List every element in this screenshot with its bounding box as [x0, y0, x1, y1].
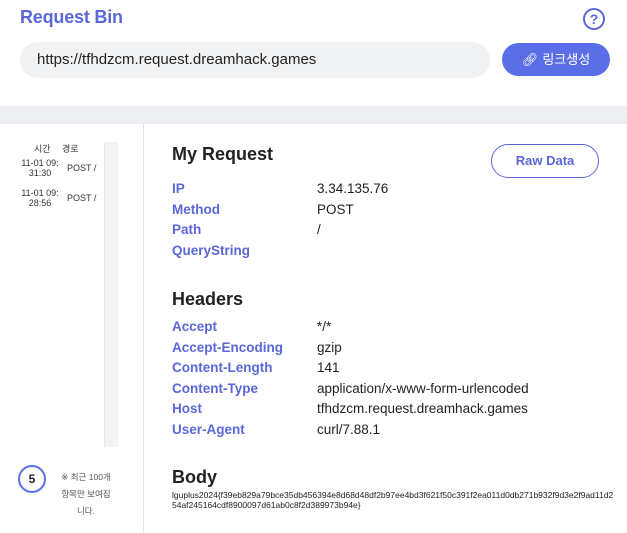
link-icon: 🔗︎ — [521, 52, 539, 67]
request-list-item[interactable]: 11-01 09: 31:30 POST / — [16, 158, 116, 188]
user-agent-value: curl/7.88.1 — [317, 422, 381, 437]
top-bar: Request Bin ? https://tfhdzcm.request.dr… — [0, 0, 627, 104]
accept-label: Accept — [172, 319, 218, 334]
body-content: lguplus2024{f39eb829a79bce35db456394e8d6… — [172, 490, 614, 510]
ip-value: 3.34.135.76 — [317, 181, 389, 196]
header-divider — [0, 106, 627, 124]
user-agent-label: User-Agent — [172, 422, 245, 437]
request-method-path: POST / — [67, 193, 97, 203]
sidebar-scrollbar[interactable] — [104, 142, 118, 447]
body-title: Body — [172, 467, 217, 487]
request-time: 11-01 09: 31:30 — [21, 158, 59, 178]
app-title: Request Bin — [20, 7, 123, 27]
accept-encoding-value: gzip — [317, 340, 342, 355]
content-type-label: Content-Type — [172, 381, 258, 396]
generate-link-button[interactable]: 🔗︎ 링크생성 — [502, 43, 610, 76]
column-header-time: 시간 — [34, 144, 51, 154]
generate-link-label: 링크생성 — [542, 52, 591, 67]
content-length-label: Content-Length — [172, 360, 273, 375]
headers-title: Headers — [172, 289, 244, 309]
method-value: POST — [317, 202, 354, 217]
method-label: Method — [172, 202, 220, 217]
request-method-path: POST / — [67, 163, 97, 173]
host-label: Host — [172, 401, 202, 416]
querystring-label: QueryString — [172, 243, 251, 258]
request-history-sidebar: 시간 경로 11-01 09: 31:30 POST / 11-01 09: 28:… — [0, 124, 144, 533]
my-request-title: My Request — [172, 144, 274, 164]
content-type-value: application/x-www-form-urlencoded — [317, 381, 529, 396]
request-count-badge: 5 — [18, 465, 46, 493]
path-value: / — [317, 222, 321, 237]
ip-label: IP — [172, 181, 185, 196]
path-label: Path — [172, 222, 202, 237]
history-limit-note: ※ 최근 100개 항목만 보여집 니다. — [61, 472, 111, 516]
accept-encoding-label: Accept-Encoding — [172, 340, 284, 355]
column-header-path: 경로 — [62, 144, 79, 154]
request-list-item[interactable]: 11-01 09: 28:56 POST / — [16, 188, 116, 218]
accept-value: */* — [317, 319, 332, 334]
bin-url-field[interactable]: https://tfhdzcm.request.dreamhack.games — [20, 42, 490, 78]
host-value: tfhdzcm.request.dreamhack.games — [317, 401, 528, 416]
request-time: 11-01 09: 28:56 — [21, 188, 59, 208]
question-circle-icon[interactable]: ? — [583, 8, 605, 30]
request-list: 11-01 09: 31:30 POST / 11-01 09: 28:56 POS… — [16, 158, 116, 218]
content-length-value: 141 — [317, 360, 340, 375]
raw-data-button[interactable]: Raw Data — [491, 144, 599, 178]
